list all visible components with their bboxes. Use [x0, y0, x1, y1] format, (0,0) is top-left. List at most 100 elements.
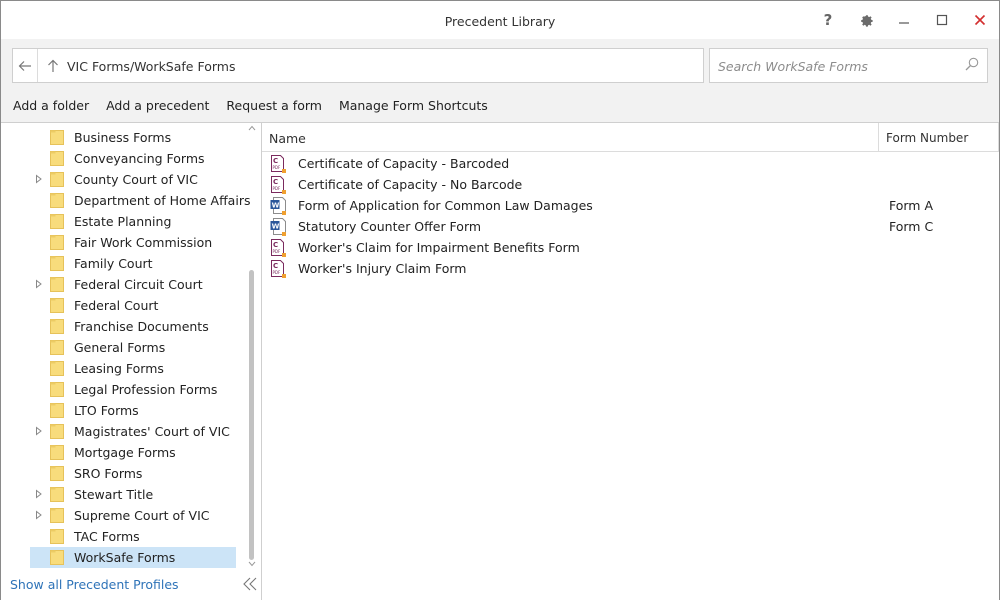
tree-item[interactable]: County Court of VIC: [1, 169, 245, 190]
svg-text:C: C: [273, 157, 278, 165]
tree-item[interactable]: Estate Planning: [1, 211, 245, 232]
add-precedent-button[interactable]: Add a precedent: [106, 98, 209, 113]
form-row[interactable]: C PDF Certificate of Capacity - Barcoded: [262, 153, 999, 174]
add-folder-button[interactable]: Add a folder: [13, 98, 89, 113]
tree-item[interactable]: Fair Work Commission: [1, 232, 245, 253]
svg-text:PDF: PDF: [273, 249, 281, 254]
folder-icon: [50, 151, 64, 166]
tree-item[interactable]: Department of Home Affairs: [1, 190, 250, 211]
folder-icon: [50, 319, 64, 334]
form-name: Form of Application for Common Law Damag…: [298, 198, 593, 213]
scroll-down-icon[interactable]: [248, 561, 256, 567]
tree-item[interactable]: LTO Forms: [1, 400, 245, 421]
folder-tree-pane: Business Forms Conveyancing Forms County C…: [1, 122, 262, 600]
folder-tree: Business Forms Conveyancing Forms County C…: [1, 127, 250, 568]
column-header-name[interactable]: Name: [269, 131, 306, 146]
help-icon: ?: [823, 11, 833, 29]
tree-item-label: WorkSafe Forms: [74, 550, 176, 565]
tree-item[interactable]: Magistrates' Court of VIC: [1, 421, 245, 442]
breadcrumb-path[interactable]: VIC Forms/WorkSafe Forms: [67, 59, 235, 74]
tree-item[interactable]: Supreme Court of VIC: [1, 505, 245, 526]
word-form-icon: W: [270, 218, 286, 236]
expand-triangle-icon[interactable]: [35, 489, 43, 499]
svg-text:C: C: [273, 262, 278, 270]
tree-item[interactable]: General Forms: [1, 337, 245, 358]
word-form-icon: W: [270, 197, 286, 215]
tree-item[interactable]: Leasing Forms: [1, 358, 245, 379]
tree-item[interactable]: Federal Circuit Court: [1, 274, 245, 295]
folder-icon: [50, 130, 64, 145]
address-bar: VIC Forms/WorkSafe Forms: [12, 48, 704, 83]
gear-icon: [861, 15, 873, 27]
form-row[interactable]: W Form of Application for Common Law Dama…: [262, 195, 999, 216]
tree-item-label: Estate Planning: [74, 214, 172, 229]
tree-item[interactable]: Family Court: [1, 253, 245, 274]
title-bar: Precedent Library ?: [1, 1, 999, 39]
tree-item-label: Conveyancing Forms: [74, 151, 205, 166]
expand-triangle-icon[interactable]: [35, 279, 43, 289]
folder-icon: [50, 508, 64, 523]
manage-form-shortcuts-button[interactable]: Manage Form Shortcuts: [339, 98, 488, 113]
search-input[interactable]: [716, 55, 960, 77]
form-row[interactable]: C PDF Certificate of Capacity - No Barcode: [262, 174, 999, 195]
tree-item[interactable]: Conveyancing Forms: [1, 148, 245, 169]
expand-triangle-icon[interactable]: [35, 510, 43, 520]
close-button[interactable]: [961, 1, 999, 39]
column-header-form-number[interactable]: Form Number: [886, 131, 968, 145]
settings-button[interactable]: [847, 1, 885, 39]
up-button[interactable]: [43, 49, 63, 82]
tree-item[interactable]: TAC Forms: [1, 526, 245, 547]
folder-icon: [50, 235, 64, 250]
back-arrow-icon: [18, 60, 31, 71]
tree-item[interactable]: Franchise Documents: [1, 316, 245, 337]
collapse-pane-icon[interactable]: [242, 577, 258, 591]
search-box: [709, 48, 988, 83]
folder-icon: [50, 256, 64, 271]
tree-item[interactable]: Legal Profession Forms: [1, 379, 245, 400]
form-row[interactable]: C PDF Worker's Injury Claim Form: [262, 258, 999, 279]
close-icon: [974, 14, 986, 26]
form-number: Form C: [889, 219, 934, 234]
column-divider[interactable]: [878, 123, 879, 151]
tree-item[interactable]: WorkSafe Forms: [1, 547, 245, 568]
form-name: Certificate of Capacity - No Barcode: [298, 177, 523, 192]
form-name: Worker's Injury Claim Form: [298, 261, 467, 276]
form-list-pane: Name Form Number C PDF Certificate of Capa…: [262, 122, 999, 600]
tree-item-label: Franchise Documents: [74, 319, 209, 334]
form-row[interactable]: W Statutory Counter Offer Form Form C: [262, 216, 999, 237]
column-divider-end[interactable]: [998, 123, 999, 151]
tree-item-label: Department of Home Affairs: [74, 193, 251, 208]
minimize-button[interactable]: [885, 1, 923, 39]
form-name: Certificate of Capacity - Barcoded: [298, 156, 510, 171]
tree-item-label: Leasing Forms: [74, 361, 164, 376]
form-row[interactable]: C PDF Worker's Claim for Impairment Benefi…: [262, 237, 999, 258]
tree-item[interactable]: SRO Forms: [1, 463, 245, 484]
folder-icon: [50, 529, 64, 544]
folder-icon: [50, 340, 64, 355]
folder-icon: [50, 277, 64, 292]
maximize-button[interactable]: [923, 1, 961, 39]
request-form-button[interactable]: Request a form: [226, 98, 322, 113]
tree-item[interactable]: Stewart Title: [1, 484, 245, 505]
expand-triangle-icon[interactable]: [35, 174, 43, 184]
pdf-form-icon: CPDF: [271, 155, 286, 173]
tree-item-label: Family Court: [74, 256, 153, 271]
expand-triangle-icon[interactable]: [35, 426, 43, 436]
folder-icon: [50, 361, 64, 376]
scroll-up-icon[interactable]: [248, 125, 256, 131]
show-all-precedent-profiles-link[interactable]: Show all Precedent Profiles: [10, 577, 179, 592]
scrollbar-thumb[interactable]: [249, 270, 254, 560]
folder-icon: [50, 550, 64, 565]
form-name: Statutory Counter Offer Form: [298, 219, 482, 234]
help-button[interactable]: ?: [809, 1, 847, 39]
back-button[interactable]: [13, 49, 38, 82]
form-number: Form A: [889, 198, 934, 213]
tree-item[interactable]: Federal Court: [1, 295, 245, 316]
tree-item[interactable]: Mortgage Forms: [1, 442, 245, 463]
tree-item-label: Stewart Title: [74, 487, 154, 502]
search-icon[interactable]: [965, 57, 979, 71]
tree-item[interactable]: Business Forms: [1, 127, 245, 148]
svg-text:PDF: PDF: [273, 165, 281, 170]
form-list: C PDF Certificate of Capacity - Barcoded C P…: [262, 153, 999, 279]
tree-scrollbar[interactable]: [246, 123, 258, 573]
